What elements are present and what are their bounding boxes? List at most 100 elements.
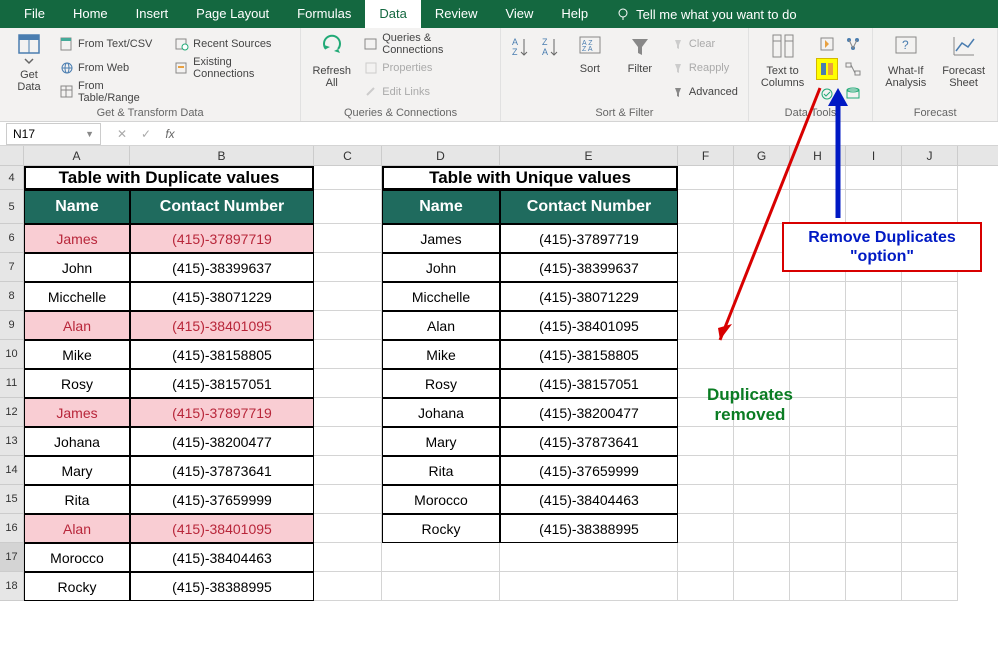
cell[interactable] bbox=[734, 427, 790, 456]
hdr-name-left[interactable]: Name bbox=[24, 190, 130, 224]
cell[interactable] bbox=[314, 190, 382, 224]
row-header-13[interactable]: 13 bbox=[0, 427, 24, 456]
cell[interactable] bbox=[902, 369, 958, 398]
title-left[interactable]: Table with Duplicate values bbox=[24, 166, 314, 190]
cell-A10[interactable]: Mike bbox=[24, 340, 130, 369]
cell[interactable] bbox=[902, 340, 958, 369]
cell-B9[interactable]: (415)-38401095 bbox=[130, 311, 314, 340]
cell-B6[interactable]: (415)-37897719 bbox=[130, 224, 314, 253]
cell-B18[interactable]: (415)-38388995 bbox=[130, 572, 314, 601]
cell[interactable] bbox=[314, 456, 382, 485]
cell[interactable] bbox=[902, 190, 958, 224]
cell[interactable] bbox=[790, 514, 846, 543]
cell[interactable] bbox=[734, 485, 790, 514]
sort-az-button[interactable]: AZ bbox=[507, 31, 533, 103]
tab-page-layout[interactable]: Page Layout bbox=[182, 0, 283, 28]
cell[interactable] bbox=[902, 166, 958, 190]
cell-D15[interactable]: Morocco bbox=[382, 485, 500, 514]
from-web-button[interactable]: From Web bbox=[56, 57, 167, 79]
cell-A18[interactable]: Rocky bbox=[24, 572, 130, 601]
cell[interactable] bbox=[902, 311, 958, 340]
properties-button[interactable]: Properties bbox=[360, 57, 494, 79]
cell-E12[interactable]: (415)-38200477 bbox=[500, 398, 678, 427]
cell[interactable] bbox=[678, 572, 734, 601]
cell-D6[interactable]: James bbox=[382, 224, 500, 253]
cell-B13[interactable]: (415)-38200477 bbox=[130, 427, 314, 456]
cell[interactable] bbox=[846, 398, 902, 427]
cell-B8[interactable]: (415)-38071229 bbox=[130, 282, 314, 311]
cell[interactable] bbox=[382, 543, 500, 572]
row-header-9[interactable]: 9 bbox=[0, 311, 24, 340]
col-header-A[interactable]: A bbox=[24, 146, 130, 165]
cell[interactable] bbox=[314, 166, 382, 190]
cell-E6[interactable]: (415)-37897719 bbox=[500, 224, 678, 253]
cell[interactable] bbox=[846, 311, 902, 340]
cell-D10[interactable]: Mike bbox=[382, 340, 500, 369]
cell-A17[interactable]: Morocco bbox=[24, 543, 130, 572]
tell-me[interactable]: Tell me what you want to do bbox=[602, 7, 810, 22]
cell[interactable] bbox=[846, 427, 902, 456]
row-header-15[interactable]: 15 bbox=[0, 485, 24, 514]
cell-A9[interactable]: Alan bbox=[24, 311, 130, 340]
sort-za-button[interactable]: ZA bbox=[537, 31, 563, 103]
cell-A15[interactable]: Rita bbox=[24, 485, 130, 514]
sort-button[interactable]: A ZZ A Sort bbox=[567, 31, 613, 103]
cell-D9[interactable]: Alan bbox=[382, 311, 500, 340]
tab-help[interactable]: Help bbox=[547, 0, 602, 28]
cell[interactable] bbox=[314, 311, 382, 340]
cell[interactable] bbox=[790, 427, 846, 456]
existing-connections-button[interactable]: Existing Connections bbox=[171, 57, 294, 79]
queries-connections-button[interactable]: Queries & Connections bbox=[360, 33, 494, 55]
cell[interactable] bbox=[314, 543, 382, 572]
cell[interactable] bbox=[790, 572, 846, 601]
cell[interactable] bbox=[734, 572, 790, 601]
cell-B17[interactable]: (415)-38404463 bbox=[130, 543, 314, 572]
cell-E8[interactable]: (415)-38071229 bbox=[500, 282, 678, 311]
cell[interactable] bbox=[902, 282, 958, 311]
cell-D16[interactable]: Rocky bbox=[382, 514, 500, 543]
cell[interactable] bbox=[678, 427, 734, 456]
cell[interactable] bbox=[846, 369, 902, 398]
cell-B7[interactable]: (415)-38399637 bbox=[130, 253, 314, 282]
cell-E7[interactable]: (415)-38399637 bbox=[500, 253, 678, 282]
from-text-csv-button[interactable]: From Text/CSV bbox=[56, 33, 167, 55]
cell-E13[interactable]: (415)-37873641 bbox=[500, 427, 678, 456]
row-header-10[interactable]: 10 bbox=[0, 340, 24, 369]
recent-sources-button[interactable]: Recent Sources bbox=[171, 33, 294, 55]
row-header-16[interactable]: 16 bbox=[0, 514, 24, 543]
cell[interactable] bbox=[790, 398, 846, 427]
row-header-17[interactable]: 17 bbox=[0, 543, 24, 572]
cell[interactable] bbox=[846, 485, 902, 514]
edit-links-button[interactable]: Edit Links bbox=[360, 81, 494, 103]
hdr-name-right[interactable]: Name bbox=[382, 190, 500, 224]
col-header-D[interactable]: D bbox=[382, 146, 500, 165]
cell[interactable] bbox=[314, 427, 382, 456]
cell-E16[interactable]: (415)-38388995 bbox=[500, 514, 678, 543]
cell[interactable] bbox=[902, 398, 958, 427]
tab-home[interactable]: Home bbox=[59, 0, 122, 28]
cell[interactable] bbox=[902, 485, 958, 514]
cell[interactable] bbox=[500, 572, 678, 601]
cell[interactable] bbox=[678, 514, 734, 543]
cell-A6[interactable]: James bbox=[24, 224, 130, 253]
col-header-B[interactable]: B bbox=[130, 146, 314, 165]
cell-E11[interactable]: (415)-38157051 bbox=[500, 369, 678, 398]
cell-D11[interactable]: Rosy bbox=[382, 369, 500, 398]
name-box[interactable]: N17 ▼ bbox=[6, 123, 101, 145]
row-header-11[interactable]: 11 bbox=[0, 369, 24, 398]
tab-file[interactable]: File bbox=[10, 0, 59, 28]
cell-A16[interactable]: Alan bbox=[24, 514, 130, 543]
cell-E9[interactable]: (415)-38401095 bbox=[500, 311, 678, 340]
col-header-E[interactable]: E bbox=[500, 146, 678, 165]
remove-duplicates-button[interactable] bbox=[816, 58, 838, 80]
title-right[interactable]: Table with Unique values bbox=[382, 166, 678, 190]
relationships-button[interactable] bbox=[842, 58, 864, 80]
tab-data[interactable]: Data bbox=[365, 0, 420, 28]
row-header-4[interactable]: 4 bbox=[0, 166, 24, 190]
cell[interactable] bbox=[790, 543, 846, 572]
cell-B16[interactable]: (415)-38401095 bbox=[130, 514, 314, 543]
cell[interactable] bbox=[500, 543, 678, 572]
cell[interactable] bbox=[314, 572, 382, 601]
cell[interactable] bbox=[314, 398, 382, 427]
cancel-formula-button[interactable]: ✕ bbox=[113, 127, 131, 141]
